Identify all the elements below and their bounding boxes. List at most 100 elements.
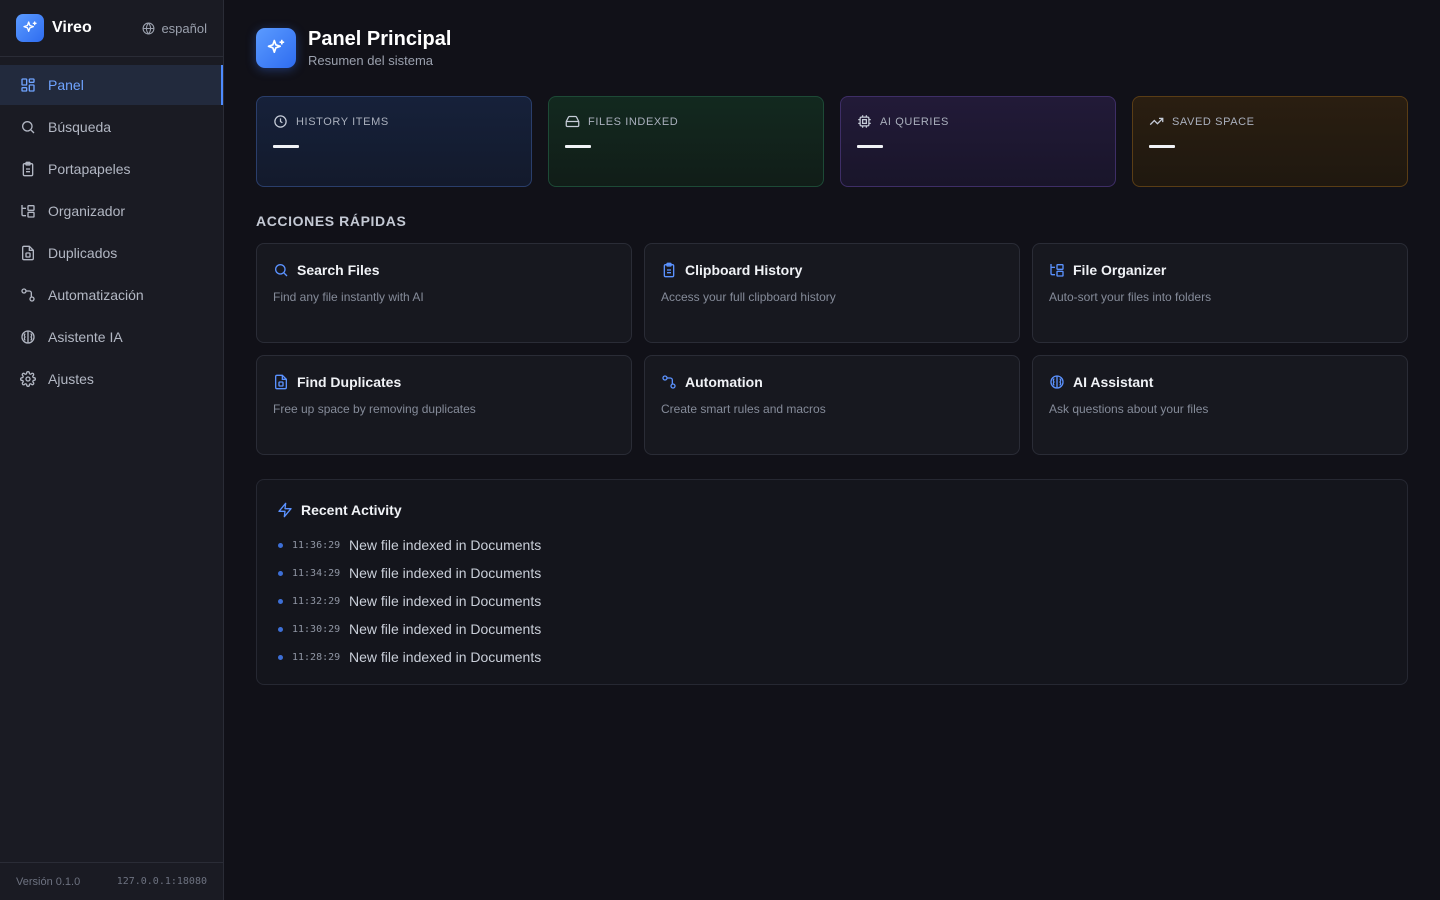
page-subtitle: Resumen del sistema	[308, 53, 433, 68]
stat-value-placeholder	[565, 145, 591, 148]
version-label: Versión 0.1.0	[16, 875, 81, 888]
stat-card-history: HISTORY ITEMS	[256, 96, 532, 187]
sidebar-item-asistente-ia[interactable]: Asistente IA	[0, 317, 223, 357]
stat-label: SAVED SPACE	[1172, 115, 1255, 128]
quick-actions-heading: ACCIONES RÁPIDAS	[256, 213, 407, 229]
quick-actions-grid: Search Files Find any file instantly wit…	[256, 243, 1408, 455]
sparkles-icon[interactable]	[16, 14, 44, 42]
stat-value-placeholder	[1149, 145, 1175, 148]
clipboard-icon	[661, 262, 677, 278]
sidebar-item-label: Duplicados	[48, 245, 118, 261]
sidebar-item-label: Búsqueda	[48, 119, 112, 135]
gear-icon	[20, 371, 36, 387]
language-switcher[interactable]: español	[142, 21, 207, 36]
sidebar-item-panel[interactable]: Panel	[0, 65, 223, 105]
server-address: 127.0.0.1:18080	[116, 876, 207, 887]
search-icon	[273, 262, 289, 278]
recent-activity-panel: Recent Activity 11:36:29 New file indexe…	[256, 479, 1408, 685]
action-title: File Organizer	[1073, 262, 1167, 278]
action-card-find-duplicates[interactable]: Find Duplicates Free up space by removin…	[256, 355, 632, 455]
activity-text: New file indexed in Documents	[349, 593, 542, 609]
sidebar-item-label: Ajustes	[48, 371, 94, 387]
sidebar-item-duplicados[interactable]: Duplicados	[0, 233, 223, 273]
stat-value-placeholder	[857, 145, 883, 148]
language-label: español	[161, 20, 207, 36]
lightning-icon	[277, 502, 293, 518]
action-description: Ask questions about your files	[1049, 402, 1209, 416]
sidebar-nav: Panel Búsqueda Portapapeles Organizador …	[0, 57, 223, 399]
sidebar-item-automatizacion[interactable]: Automatización	[0, 275, 223, 315]
folder-tree-icon	[1049, 262, 1065, 278]
activity-text: New file indexed in Documents	[349, 565, 542, 581]
list-item: 11:34:29 New file indexed in Documents	[277, 559, 1387, 587]
sidebar-item-busqueda[interactable]: Búsqueda	[0, 107, 223, 147]
action-description: Auto-sort your files into folders	[1049, 290, 1212, 304]
activity-text: New file indexed in Documents	[349, 537, 542, 553]
bullet-dot	[278, 570, 283, 576]
action-card-search-files[interactable]: Search Files Find any file instantly wit…	[256, 243, 632, 343]
brand-name: Vireo	[52, 19, 92, 36]
action-title: Clipboard History	[685, 262, 803, 278]
folder-tree-icon	[20, 203, 36, 219]
dashboard-icon	[20, 77, 36, 93]
file-duplicate-icon	[20, 245, 36, 261]
sidebar-item-label: Panel	[48, 77, 84, 93]
file-duplicate-icon	[273, 374, 289, 390]
action-title: Find Duplicates	[297, 374, 402, 390]
list-item: 11:28:29 New file indexed in Documents	[277, 643, 1387, 671]
activity-time: 11:28:29	[292, 651, 341, 663]
stat-card-files-indexed: FILES INDEXED	[548, 96, 824, 187]
action-card-ai-assistant[interactable]: AI Assistant Ask questions about your fi…	[1032, 355, 1408, 455]
trending-up-icon	[1149, 114, 1164, 129]
action-description: Access your full clipboard history	[661, 290, 836, 304]
sidebar-item-label: Organizador	[48, 203, 126, 219]
sidebar-item-organizador[interactable]: Organizador	[0, 191, 223, 231]
sidebar-item-portapapeles[interactable]: Portapapeles	[0, 149, 223, 189]
brain-icon	[1049, 374, 1065, 390]
clipboard-icon	[20, 161, 36, 177]
sidebar-item-label: Automatización	[48, 287, 144, 303]
bullet-dot	[278, 598, 283, 604]
activity-time: 11:36:29	[292, 539, 341, 551]
activity-time: 11:34:29	[292, 567, 341, 579]
action-card-file-organizer[interactable]: File Organizer Auto-sort your files into…	[1032, 243, 1408, 343]
sidebar-footer: Versión 0.1.0 127.0.0.1:18080	[0, 862, 223, 900]
action-title: Search Files	[297, 262, 380, 278]
action-description: Create smart rules and macros	[661, 402, 826, 416]
drive-icon	[565, 114, 580, 129]
activity-time: 11:32:29	[292, 595, 341, 607]
sparkles-icon	[256, 28, 296, 68]
action-title: AI Assistant	[1073, 374, 1154, 390]
bullet-dot	[278, 654, 283, 660]
stat-value-placeholder	[273, 145, 299, 148]
action-card-clipboard-history[interactable]: Clipboard History Access your full clipb…	[644, 243, 1020, 343]
page-title: Panel Principal	[308, 28, 452, 50]
stats-row: HISTORY ITEMS FILES INDEXED AI QUERIES S…	[256, 96, 1408, 187]
sidebar-item-label: Asistente IA	[48, 329, 123, 345]
activity-text: New file indexed in Documents	[349, 649, 542, 665]
brain-icon	[20, 329, 36, 345]
list-item: 11:36:29 New file indexed in Documents	[277, 531, 1387, 559]
action-description: Find any file instantly with AI	[273, 290, 424, 304]
list-item: 11:30:29 New file indexed in Documents	[277, 615, 1387, 643]
activity-list: 11:36:29 New file indexed in Documents 1…	[277, 531, 1387, 671]
stat-card-saved-space: SAVED SPACE	[1132, 96, 1408, 187]
clock-icon	[273, 114, 288, 129]
activity-title: Recent Activity	[301, 502, 402, 518]
action-title: Automation	[685, 374, 763, 390]
sidebar: Vireo español Panel Búsqueda Portapapele…	[0, 0, 224, 900]
stat-card-ai-queries: AI QUERIES	[840, 96, 1116, 187]
workflow-icon	[20, 287, 36, 303]
sidebar-item-label: Portapapeles	[48, 161, 131, 177]
workflow-icon	[661, 374, 677, 390]
bullet-dot	[278, 626, 283, 632]
stat-label: AI QUERIES	[880, 115, 949, 128]
stat-label: FILES INDEXED	[588, 115, 679, 128]
action-card-automation[interactable]: Automation Create smart rules and macros	[644, 355, 1020, 455]
stat-label: HISTORY ITEMS	[296, 115, 389, 128]
brand-bar: Vireo español	[0, 0, 223, 57]
cpu-icon	[857, 114, 872, 129]
list-item: 11:32:29 New file indexed in Documents	[277, 587, 1387, 615]
page-header: Panel Principal Resumen del sistema	[256, 28, 451, 68]
sidebar-item-ajustes[interactable]: Ajustes	[0, 359, 223, 399]
